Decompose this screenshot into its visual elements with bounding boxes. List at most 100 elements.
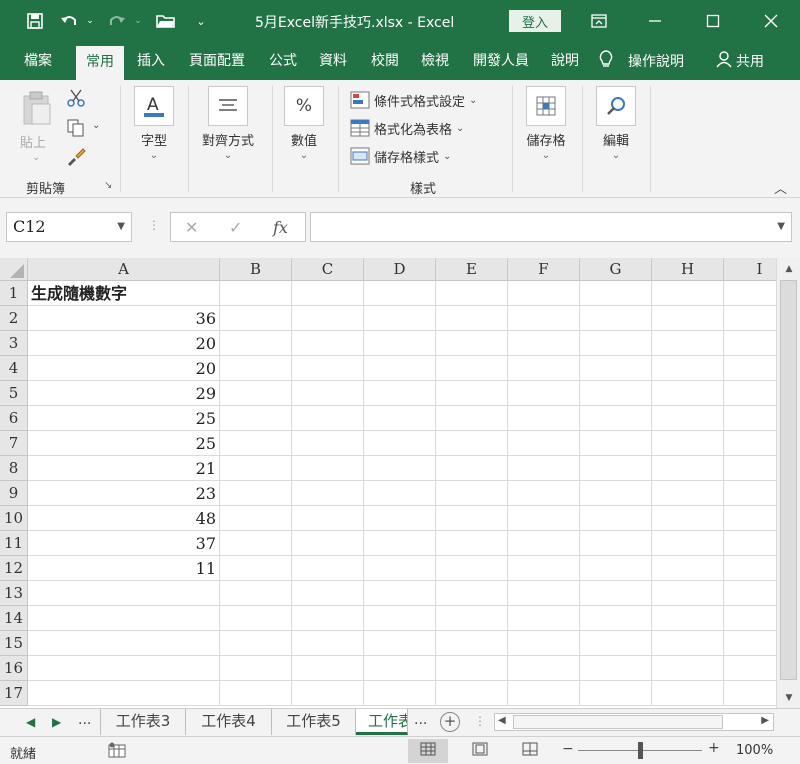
cell[interactable] (436, 681, 508, 706)
cell[interactable] (292, 481, 364, 506)
cell[interactable] (364, 681, 436, 706)
cell[interactable] (220, 431, 292, 456)
cell[interactable] (652, 506, 724, 531)
cell-a6[interactable]: 25 (28, 406, 220, 431)
cell[interactable] (508, 681, 580, 706)
cell[interactable] (436, 531, 508, 556)
cell[interactable] (652, 556, 724, 581)
cell[interactable] (652, 606, 724, 631)
formula-bar-grip-icon[interactable]: ⋮ (148, 218, 160, 232)
cell[interactable] (508, 506, 580, 531)
cell[interactable] (580, 531, 652, 556)
cell-a11[interactable]: 37 (28, 531, 220, 556)
row-header[interactable]: 9 (0, 481, 28, 506)
paste-icon[interactable] (20, 90, 54, 126)
cell[interactable] (436, 481, 508, 506)
cell[interactable] (220, 681, 292, 706)
format-as-table-button[interactable]: 格式化為表格 ⌄ (350, 116, 464, 140)
cell[interactable] (508, 581, 580, 606)
column-header-e[interactable]: E (436, 258, 508, 281)
cell[interactable] (580, 656, 652, 681)
scroll-up-icon[interactable]: ▲ (781, 261, 797, 277)
zoom-level[interactable]: 100% (736, 743, 773, 758)
more-sheets-right[interactable]: ... (414, 712, 427, 728)
cell[interactable] (580, 481, 652, 506)
minimize-icon[interactable] (640, 6, 670, 36)
tab-home[interactable]: 常用 (76, 46, 124, 80)
cell[interactable] (220, 581, 292, 606)
horizontal-scrollbar[interactable]: ◀ ▶ (494, 713, 774, 731)
cell-a3[interactable]: 20 (28, 331, 220, 356)
cell[interactable] (436, 456, 508, 481)
row-header[interactable]: 17 (0, 681, 28, 706)
cell-a14[interactable] (28, 606, 220, 631)
cell[interactable] (292, 556, 364, 581)
tab-developer[interactable]: 開發人員 (466, 42, 536, 80)
tab-formulas[interactable]: 公式 (262, 42, 304, 80)
prev-sheet-icon[interactable]: ◀ (26, 715, 35, 729)
paste-dropdown-icon[interactable]: ⌄ (32, 152, 40, 163)
cell[interactable] (580, 556, 652, 581)
cell[interactable] (508, 556, 580, 581)
cell[interactable] (364, 356, 436, 381)
cell[interactable] (364, 381, 436, 406)
cell-a15[interactable] (28, 631, 220, 656)
cell[interactable] (220, 331, 292, 356)
cell[interactable] (220, 456, 292, 481)
clipboard-launcher-icon[interactable]: ↘ (104, 180, 112, 191)
cell[interactable] (580, 456, 652, 481)
cell[interactable] (364, 556, 436, 581)
cell[interactable] (508, 456, 580, 481)
expand-formula-bar-icon[interactable]: ▼ (777, 221, 785, 232)
cell[interactable] (364, 631, 436, 656)
row-header[interactable]: 2 (0, 306, 28, 331)
column-header-h[interactable]: H (652, 258, 724, 281)
cell[interactable] (508, 281, 580, 306)
cell[interactable] (580, 431, 652, 456)
alignment-icon[interactable] (208, 86, 248, 126)
cell[interactable] (364, 456, 436, 481)
number-dropdown-icon[interactable]: ⌄ (282, 150, 326, 161)
row-header[interactable]: 1 (0, 281, 28, 306)
cell[interactable] (292, 681, 364, 706)
cell-a7[interactable]: 25 (28, 431, 220, 456)
cell[interactable] (220, 356, 292, 381)
cell[interactable] (364, 331, 436, 356)
format-painter-icon[interactable] (66, 146, 86, 166)
cell[interactable] (436, 306, 508, 331)
cell-a13[interactable] (28, 581, 220, 606)
cell[interactable] (220, 531, 292, 556)
editing-dropdown-icon[interactable]: ⌄ (594, 150, 638, 161)
cell[interactable] (292, 331, 364, 356)
open-folder-icon[interactable] (154, 9, 178, 33)
tab-review[interactable]: 校閱 (364, 42, 406, 80)
cell[interactable] (364, 481, 436, 506)
row-header[interactable]: 3 (0, 331, 28, 356)
cell[interactable] (508, 656, 580, 681)
vertical-scrollbar[interactable]: ▲ ▼ (776, 258, 800, 708)
sheet-tab-4[interactable]: 工作表4 (186, 709, 272, 735)
cells-label[interactable]: 儲存格 (518, 130, 574, 149)
cell[interactable] (220, 481, 292, 506)
normal-view-button[interactable] (408, 739, 448, 763)
undo-dropdown-icon[interactable]: ⌄ (84, 9, 96, 33)
column-header-b[interactable]: B (220, 258, 292, 281)
cell[interactable] (652, 406, 724, 431)
redo-dropdown-icon[interactable]: ⌄ (132, 9, 144, 33)
undo-icon[interactable] (58, 9, 80, 33)
cell[interactable] (436, 356, 508, 381)
cell[interactable] (292, 431, 364, 456)
cell[interactable] (436, 556, 508, 581)
row-header[interactable]: 11 (0, 531, 28, 556)
cell[interactable] (580, 606, 652, 631)
cell[interactable] (652, 281, 724, 306)
cell[interactable] (436, 506, 508, 531)
cell[interactable] (652, 456, 724, 481)
tab-help[interactable]: 說明 (544, 42, 586, 80)
cell[interactable] (364, 281, 436, 306)
cell[interactable] (220, 631, 292, 656)
cell-a16[interactable] (28, 656, 220, 681)
cell[interactable] (292, 281, 364, 306)
cell[interactable] (436, 656, 508, 681)
cell[interactable] (292, 381, 364, 406)
